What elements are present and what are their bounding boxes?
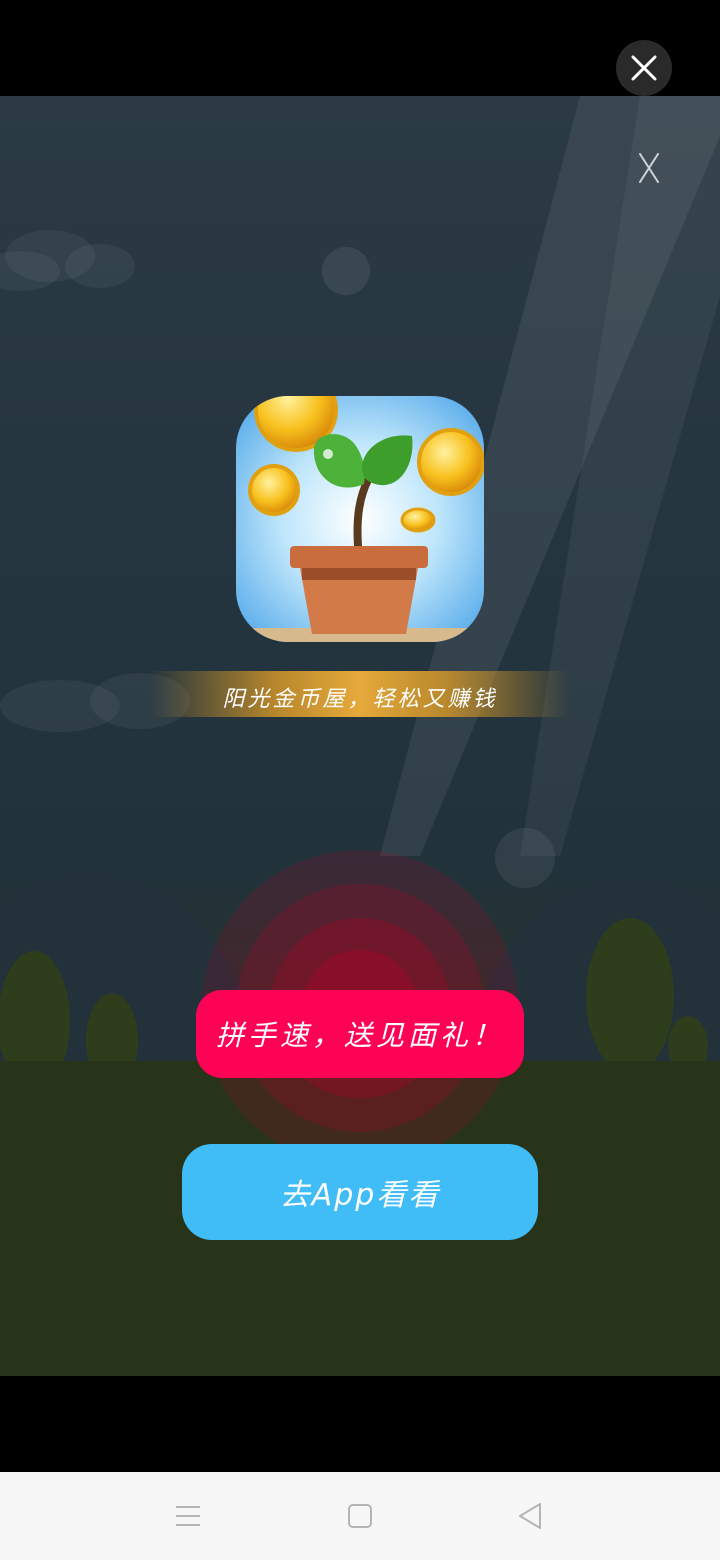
menu-icon (176, 1506, 200, 1526)
ad-panel: 阳光金币屋，轻松又赚钱 拼手速，送见面礼！ 去App看看 (0, 96, 720, 1376)
nav-home-button[interactable] (344, 1500, 376, 1532)
system-navigation-bar (0, 1472, 720, 1560)
open-app-button[interactable]: 去App看看 (182, 1144, 538, 1240)
ad-close-button[interactable] (628, 146, 672, 190)
back-triangle-icon (519, 1503, 541, 1529)
promo-button[interactable]: 拼手速，送见面礼！ (196, 990, 524, 1078)
plant-pot-coins-icon (236, 396, 484, 642)
nav-back-button[interactable] (514, 1500, 546, 1532)
top-close-button[interactable] (616, 40, 672, 96)
home-square-icon (348, 1504, 372, 1528)
app-icon (236, 396, 484, 642)
slogan-banner: 阳光金币屋，轻松又赚钱 (150, 671, 570, 717)
close-icon (639, 153, 659, 183)
nav-menu-button[interactable] (172, 1500, 204, 1532)
close-icon (631, 55, 657, 81)
slogan-text: 阳光金币屋，轻松又赚钱 (222, 687, 498, 712)
